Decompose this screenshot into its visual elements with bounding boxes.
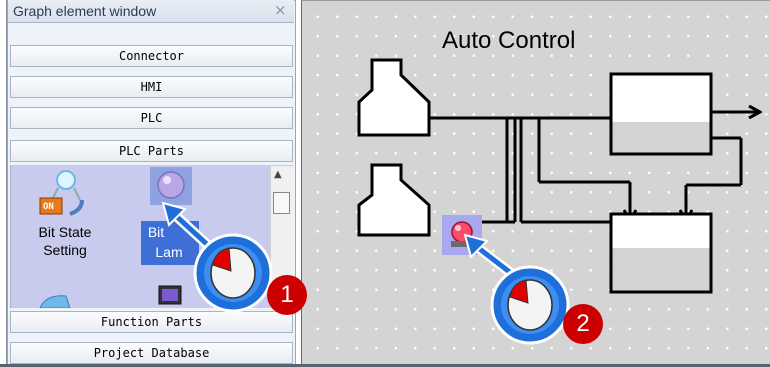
close-icon[interactable]: × <box>274 1 287 19</box>
part-label-line1: Bit State <box>38 224 92 240</box>
hopper-bottom <box>357 163 431 237</box>
part-bit-state-setting[interactable]: ON <box>30 170 100 220</box>
part-label-bit-state-setting: Bit State Setting <box>20 223 110 259</box>
bit-state-setting-icon <box>39 170 84 216</box>
category-plc[interactable]: PLC <box>10 107 293 129</box>
left-edge <box>0 0 7 367</box>
step-1-badge: 1 <box>267 275 307 315</box>
step-2-badge: 2 <box>563 304 603 344</box>
scroll-up-icon[interactable]: ▲ <box>274 169 282 180</box>
panel-header: Graph element window × <box>8 0 294 23</box>
on-badge: ON <box>43 202 54 212</box>
part-label-line2: Setting <box>43 242 87 258</box>
partial-part-icon <box>39 295 71 308</box>
mouse-click-icon <box>161 201 273 313</box>
category-connector[interactable]: Connector <box>10 45 293 67</box>
category-plc-parts[interactable]: PLC Parts <box>10 140 293 162</box>
hopper-top <box>357 58 431 137</box>
tank-bottom-level <box>612 248 710 291</box>
panel-title: Graph element window <box>13 3 157 19</box>
scroll-thumb[interactable] <box>273 192 290 214</box>
category-hmi[interactable]: HMI <box>10 76 293 98</box>
tank-top-level <box>612 122 710 153</box>
category-project-database[interactable]: Project Database <box>10 342 293 364</box>
